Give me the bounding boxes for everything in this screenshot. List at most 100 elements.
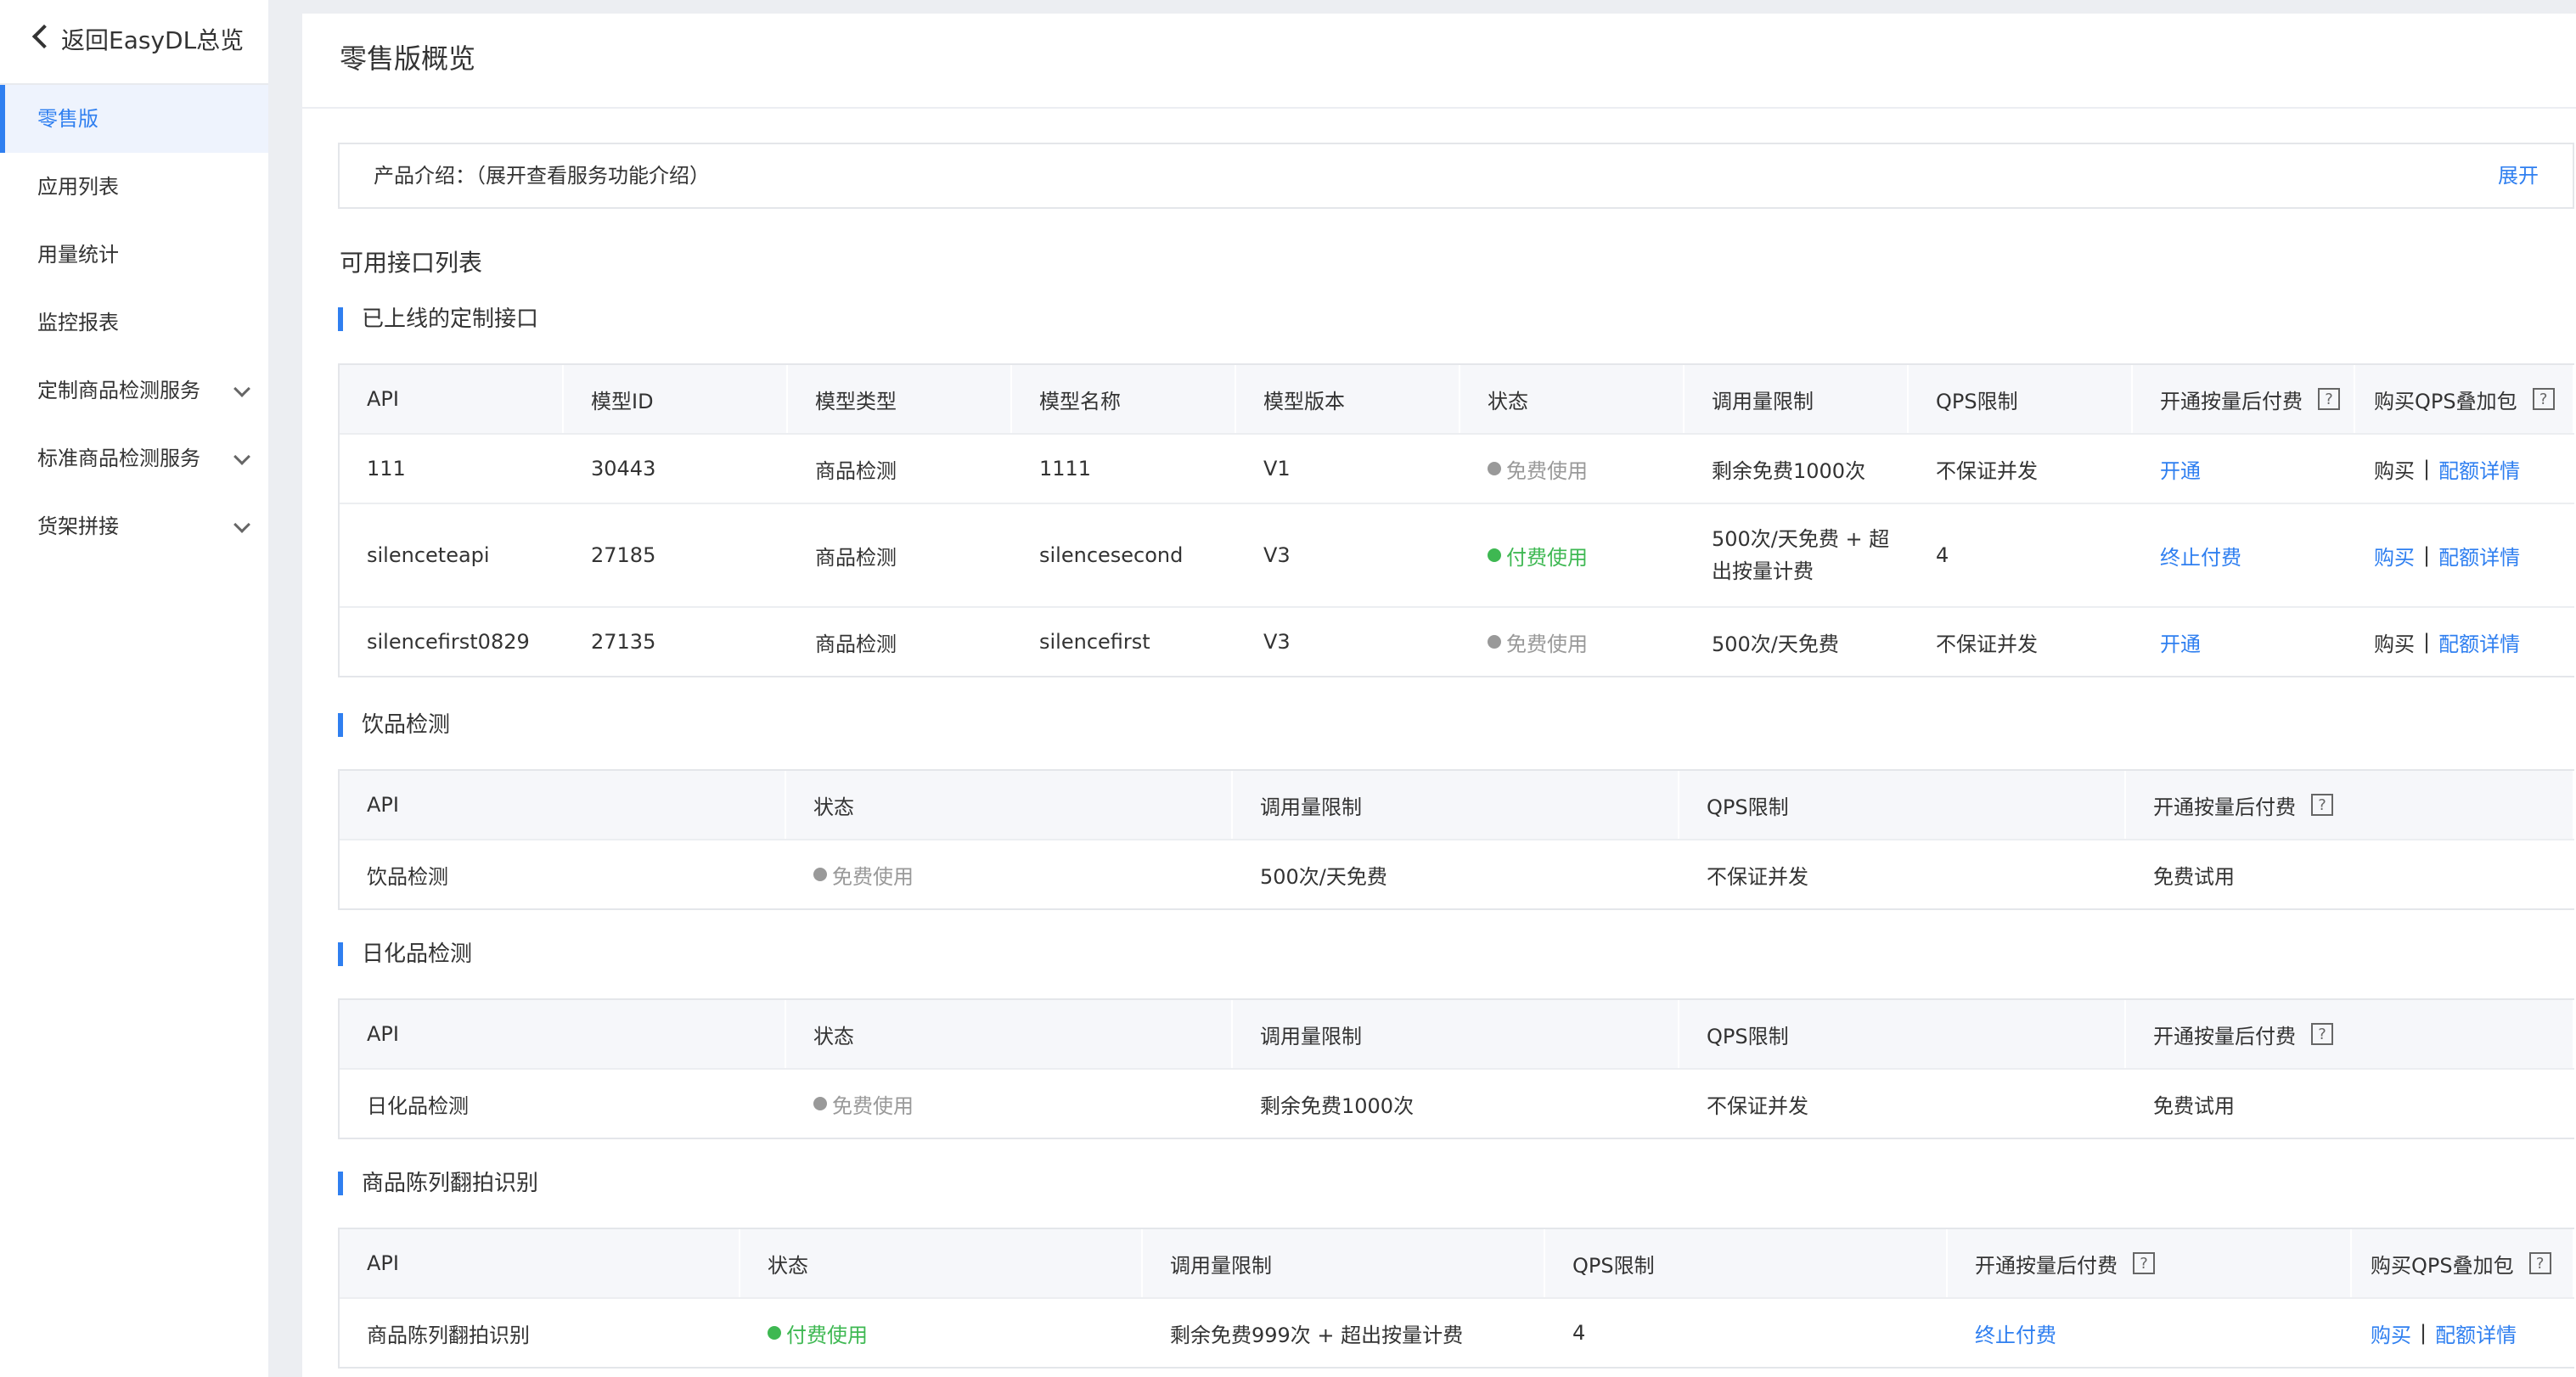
status-text: 付费使用 <box>1506 545 1588 570</box>
chevron-down-icon <box>233 448 250 465</box>
table-header-row: API 模型ID 模型类型 模型名称 模型版本 状态 调用量限制 QPS限制 开… <box>340 363 2574 433</box>
table-header-row: API 状态 调用量限制 QPS限制 开通按量后付费? <box>340 998 2574 1068</box>
help-icon[interactable]: ? <box>2133 1252 2155 1274</box>
column-header-qps-pack: 购买QPS叠加包? <box>2355 365 2574 433</box>
sidebar-item-label: 用量统计 <box>37 243 119 267</box>
column-header-label: 开通按量后付费 <box>2153 795 2296 819</box>
enable-button[interactable]: 开通 <box>2160 454 2201 484</box>
qps-cell: 不保证并发 <box>1707 1093 1808 1118</box>
sidebar-item-retail[interactable]: 零售版 <box>0 85 268 153</box>
qps-cell: 4 <box>1936 543 1949 567</box>
table-header-row: API 状态 调用量限制 QPS限制 开通按量后付费? 购买QPS叠加包? <box>340 1228 2574 1297</box>
call-limit-line: 500次/天免费 + 超 <box>1712 527 1890 551</box>
model-name-cell: 1111 <box>1039 457 1092 481</box>
column-header: 状态 <box>786 1000 1233 1068</box>
api-cell: 商品陈列翻拍识别 <box>367 1323 530 1347</box>
status-text: 免费使用 <box>832 1093 914 1118</box>
sidebar-item-custom-detection[interactable]: 定制商品检测服务 <box>0 357 268 424</box>
help-icon[interactable]: ? <box>2311 794 2333 816</box>
buy-button[interactable]: 购买 <box>2374 454 2415 484</box>
title-divider <box>302 107 2576 109</box>
column-header: 调用量限制 <box>1233 1000 1679 1068</box>
enable-button[interactable]: 开通 <box>2160 627 2201 657</box>
column-header-label: 开通按量后付费 <box>1975 1253 2118 1278</box>
call-limit-cell: 500次/天免费 <box>1712 632 1839 656</box>
sidebar-item-label: 零售版 <box>37 107 98 131</box>
column-header: 状态 <box>786 771 1233 839</box>
quota-details-link[interactable]: 配额详情 <box>2438 541 2520 570</box>
column-header: QPS限制 <box>1909 365 2133 433</box>
action-cell: 终止付费 <box>1948 1299 2352 1367</box>
buy-button[interactable]: 购买 <box>2374 541 2415 570</box>
product-intro-label: 产品介绍：（展开查看服务功能介绍） <box>374 164 710 188</box>
column-header-qps-pack: 购买QPS叠加包? <box>2352 1229 2574 1297</box>
column-header: QPS限制 <box>1545 1229 1948 1297</box>
model-id-cell: 27135 <box>591 630 656 654</box>
column-header: 模型类型 <box>788 365 1012 433</box>
table-row: 111 30443 商品检测 1111 V1 免费使用 剩余免费1000次 不保… <box>340 433 2574 503</box>
custom-api-table: API 模型ID 模型类型 模型名称 模型版本 状态 调用量限制 QPS限制 开… <box>338 363 2574 677</box>
sidebar-item-shelf-stitching[interactable]: 货架拼接 <box>0 492 268 560</box>
status-dot-icon <box>813 868 827 881</box>
column-header-label: 开通按量后付费 <box>2160 389 2303 413</box>
column-header: 状态 <box>740 1229 1143 1297</box>
separator: | <box>2423 543 2431 567</box>
column-header: 模型名称 <box>1012 365 1236 433</box>
column-header: QPS限制 <box>1679 771 2126 839</box>
page-title: 零售版概览 <box>340 42 476 75</box>
quota-details-link[interactable]: 配额详情 <box>2438 627 2520 657</box>
column-header-label: 购买QPS叠加包 <box>2374 389 2517 413</box>
qps-cell: 不保证并发 <box>1707 864 1808 889</box>
status-text: 免费使用 <box>832 864 914 889</box>
model-id-cell: 27185 <box>591 543 656 567</box>
back-link-label: 返回EasyDL总览 <box>61 26 245 54</box>
help-icon[interactable]: ? <box>2528 1252 2551 1274</box>
sidebar-item-standard-detection[interactable]: 标准商品检测服务 <box>0 424 268 492</box>
buy-cell: 购买 | 配额详情 <box>2355 504 2574 606</box>
model-id-cell: 30443 <box>591 457 656 481</box>
sidebar-item-app-list[interactable]: 应用列表 <box>0 153 268 221</box>
model-version-cell: V1 <box>1263 457 1291 481</box>
stop-payment-button[interactable]: 终止付费 <box>1975 1318 2056 1348</box>
column-header-paygo: 开通按量后付费? <box>2133 365 2355 433</box>
main-content: 零售版概览 产品介绍：（展开查看服务功能介绍） 展开 可用接口列表 已上线的定制… <box>302 14 2576 1377</box>
help-icon[interactable]: ? <box>2318 388 2340 410</box>
quota-details-link[interactable]: 配额详情 <box>2438 454 2520 484</box>
model-version-cell: V3 <box>1263 543 1291 567</box>
chevron-down-icon <box>233 516 250 533</box>
call-limit-cell: 500次/天免费 <box>1260 864 1387 889</box>
call-limit-cell: 500次/天免费 + 超出按量计费 <box>1685 504 1909 606</box>
column-header: API <box>340 1000 786 1068</box>
quota-details-link[interactable]: 配额详情 <box>2435 1318 2517 1348</box>
api-cell: 饮品检测 <box>367 864 448 889</box>
sidebar-item-monitor-report[interactable]: 监控报表 <box>0 289 268 357</box>
table-row: 饮品检测 免费使用 500次/天免费 不保证并发 免费试用 <box>340 839 2574 908</box>
sidebar-nav: 零售版 应用列表 用量统计 监控报表 定制商品检测服务 标准商品检测服务 货架拼… <box>0 85 268 560</box>
expand-intro-link[interactable]: 展开 <box>2498 144 2539 207</box>
buy-button[interactable]: 购买 <box>2371 1318 2411 1348</box>
table-row: 日化品检测 免费使用 剩余免费1000次 不保证并发 免费试用 <box>340 1068 2574 1138</box>
buy-button[interactable]: 购买 <box>2374 627 2415 657</box>
separator: | <box>2423 457 2431 481</box>
sidebar: 返回EasyDL总览 零售版 应用列表 用量统计 监控报表 定制商品检测服务 标… <box>0 0 268 1377</box>
status-cell: 付费使用 <box>1460 504 1685 606</box>
qps-cell: 4 <box>1572 1321 1586 1345</box>
back-to-overview-link[interactable]: 返回EasyDL总览 <box>0 0 268 85</box>
call-limit-line: 出按量计费 <box>1712 559 1814 583</box>
buy-cell: 购买 | 配额详情 <box>2352 1299 2574 1367</box>
sidebar-item-label: 标准商品检测服务 <box>37 447 200 470</box>
model-name-cell: silencesecond <box>1039 543 1184 567</box>
help-icon[interactable]: ? <box>2532 388 2555 410</box>
help-icon[interactable]: ? <box>2311 1023 2333 1045</box>
model-type-cell: 商品检测 <box>815 545 897 570</box>
sidebar-item-usage-stats[interactable]: 用量统计 <box>0 221 268 289</box>
status-cell: 免费使用 <box>786 840 1233 908</box>
product-intro-bar: 产品介绍：（展开查看服务功能介绍） 展开 <box>338 143 2574 209</box>
qps-cell: 不保证并发 <box>1936 632 2038 656</box>
api-cell: silencefirst0829 <box>367 630 530 654</box>
model-type-cell: 商品检测 <box>815 632 897 656</box>
status-dot-icon <box>1488 635 1501 649</box>
column-header-label: 购买QPS叠加包 <box>2371 1253 2514 1278</box>
column-header-paygo: 开通按量后付费? <box>2126 1000 2574 1068</box>
stop-payment-button[interactable]: 终止付费 <box>2160 541 2241 570</box>
